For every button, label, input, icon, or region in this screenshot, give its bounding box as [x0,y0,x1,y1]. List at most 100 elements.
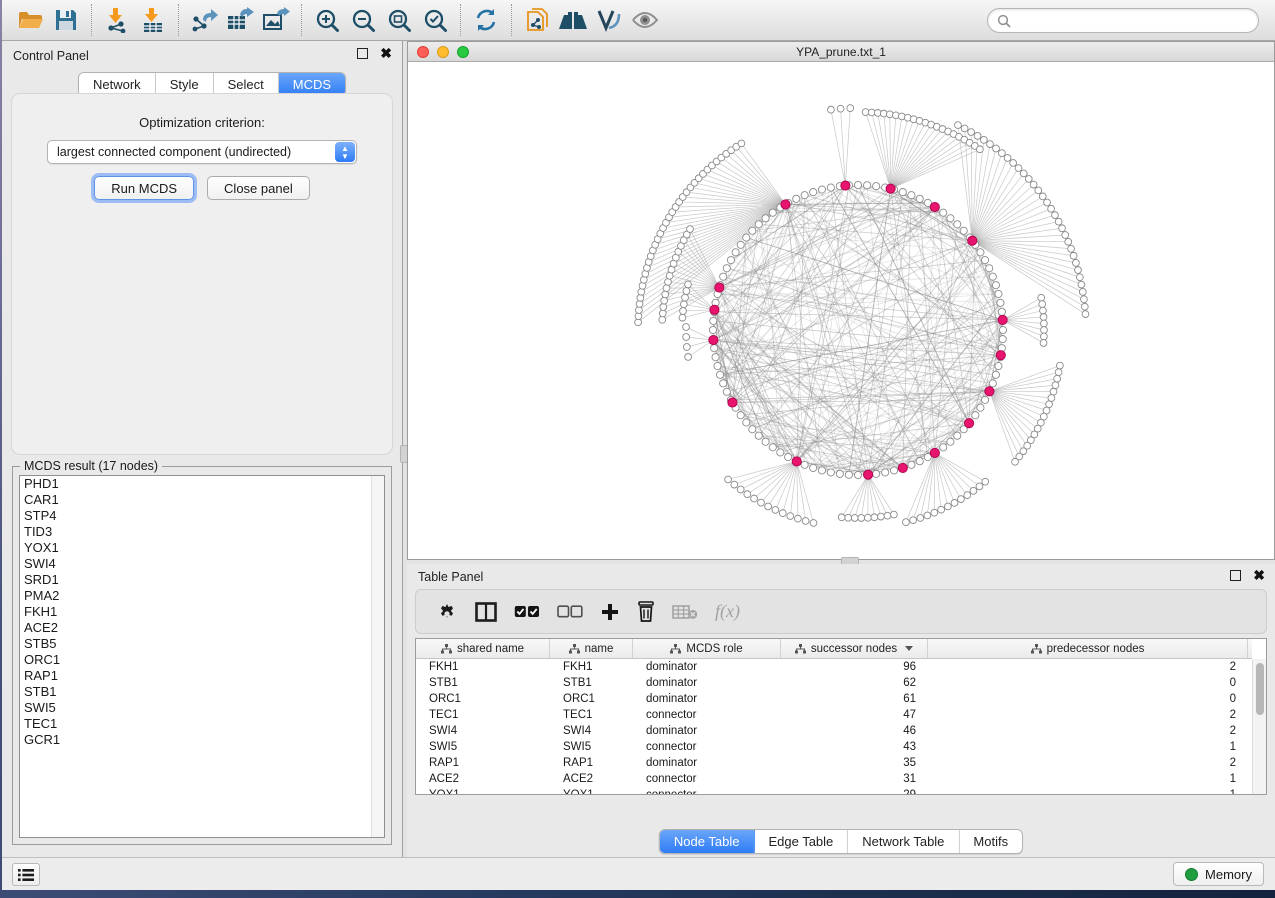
table-cell: 1 [928,773,1248,785]
open-file-icon[interactable] [12,3,48,37]
table-row[interactable]: TEC1TEC1connector472 [416,707,1252,723]
network-window-titlebar[interactable]: YPA_prune.txt_1 [408,42,1274,62]
select-all-icon[interactable] [514,605,540,619]
tab-network-table[interactable]: Network Table [848,830,959,853]
table-row[interactable]: SWI4SWI4dominator462 [416,723,1252,739]
export-document-icon[interactable] [519,3,555,37]
table-cell: ORC1 [550,693,633,705]
mcds-node[interactable]: STB5 [20,636,384,652]
search-input[interactable] [987,8,1259,33]
mcds-node[interactable]: PMA2 [20,588,384,604]
add-column-icon[interactable] [600,602,620,622]
table-cell: connector [633,789,781,794]
import-table-icon[interactable] [135,3,171,37]
scrollbar-thumb[interactable] [1256,663,1264,715]
mcds-node[interactable]: STP4 [20,508,384,524]
table-row[interactable]: STB1STB1dominator620 [416,675,1252,691]
save-session-icon[interactable] [48,3,84,37]
find-binoculars-icon[interactable] [555,3,591,37]
table-header-row: shared namenameMCDS rolesuccessor nodesp… [416,639,1252,659]
table-cell: TEC1 [416,709,550,721]
zoom-selected-icon[interactable] [417,3,453,37]
gear-icon[interactable] [436,601,458,623]
table-tabs: Node TableEdge TableNetwork TableMotifs [659,829,1023,854]
memory-button[interactable]: Memory [1173,862,1264,886]
mcds-node[interactable]: FKH1 [20,604,384,620]
zoom-out-icon[interactable] [345,3,381,37]
run-mcds-button[interactable]: Run MCDS [94,176,194,200]
tab-node-table[interactable]: Node Table [660,830,755,853]
table-row[interactable]: RAP1RAP1dominator352 [416,755,1252,771]
control-panel: Control Panel ✖ NetworkStyleSelectMCDS O… [2,41,403,857]
column-type-icon [569,644,580,654]
deselect-all-icon[interactable] [557,605,583,619]
table-cell: 2 [928,709,1248,721]
table-scrollbar[interactable] [1252,659,1266,794]
table-row[interactable]: SWI5SWI5connector431 [416,739,1252,755]
table-cell: connector [633,709,781,721]
mcds-result-list[interactable]: PHD1CAR1STP4TID3YOX1SWI4SRD1PMA2FKH1ACE2… [19,475,385,838]
zoom-fit-icon[interactable] [381,3,417,37]
table-row[interactable]: FKH1FKH1dominator962 [416,659,1252,675]
table-cell: SWI5 [550,741,633,753]
mcds-node[interactable]: SWI5 [20,700,384,716]
float-panel-icon[interactable] [357,48,368,59]
delete-column-icon[interactable] [637,601,655,622]
mcds-node[interactable]: PHD1 [20,476,384,492]
import-network-icon[interactable] [99,3,135,37]
table-row[interactable]: YOX1YOX1connector291 [416,787,1252,794]
table-panel: Table Panel ✖ [407,564,1275,857]
mcds-list-scrollbar[interactable] [371,476,384,837]
mcds-node[interactable]: SRD1 [20,572,384,588]
mcds-node[interactable]: TEC1 [20,716,384,732]
close-panel-button[interactable]: Close panel [207,176,310,200]
export-image-icon[interactable] [258,3,294,37]
table-cell: 2 [928,725,1248,737]
table-cell: FKH1 [550,661,633,673]
table-cell: 1 [928,741,1248,753]
column-header-predecessor-nodes[interactable]: predecessor nodes [928,639,1248,658]
mcds-node[interactable]: SWI4 [20,556,384,572]
list-icon [18,868,34,882]
graphics-details-icon[interactable] [591,3,627,37]
optimization-criterion-select[interactable]: largest connected component (undirected)… [47,140,357,164]
columns-icon[interactable] [475,602,497,622]
tab-motifs[interactable]: Motifs [959,830,1022,853]
mcds-node[interactable]: STB1 [20,684,384,700]
table-row[interactable]: ACE2ACE2connector311 [416,771,1252,787]
mcds-node[interactable]: CAR1 [20,492,384,508]
mcds-node[interactable]: RAP1 [20,668,384,684]
optimization-criterion-label: Optimization criterion: [12,115,392,130]
close-panel-icon[interactable]: ✖ [1253,570,1265,581]
network-canvas[interactable] [408,62,1274,559]
export-table-icon[interactable] [222,3,258,37]
mcds-node[interactable]: ORC1 [20,652,384,668]
zoom-in-icon[interactable] [309,3,345,37]
table-cell: TEC1 [550,709,633,721]
table-cell: 62 [781,677,928,689]
task-history-button[interactable] [12,863,40,886]
table-cell: RAP1 [550,757,633,769]
mcds-node[interactable]: ACE2 [20,620,384,636]
table-cell: dominator [633,693,781,705]
column-type-icon [1031,644,1042,654]
mcds-node[interactable]: GCR1 [20,732,384,748]
table-row[interactable]: ORC1ORC1dominator610 [416,691,1252,707]
table-cell: connector [633,773,781,785]
column-header-successor-nodes[interactable]: successor nodes [781,639,928,658]
export-network-icon[interactable] [186,3,222,37]
table-cell: ORC1 [416,693,550,705]
column-header-name[interactable]: name [550,639,633,658]
column-header-MCDS-role[interactable]: MCDS role [633,639,781,658]
float-panel-icon[interactable] [1230,570,1241,581]
tab-edge-table[interactable]: Edge Table [754,830,848,853]
toolbar-separator [460,4,461,36]
table-cell: 47 [781,709,928,721]
close-panel-icon[interactable]: ✖ [380,48,392,59]
eye-icon[interactable] [627,3,663,37]
mcds-node[interactable]: YOX1 [20,540,384,556]
apply-layout-icon[interactable] [468,3,504,37]
chevron-updown-icon: ▲▼ [335,142,355,162]
mcds-node[interactable]: TID3 [20,524,384,540]
column-header-shared-name[interactable]: shared name [416,639,550,658]
